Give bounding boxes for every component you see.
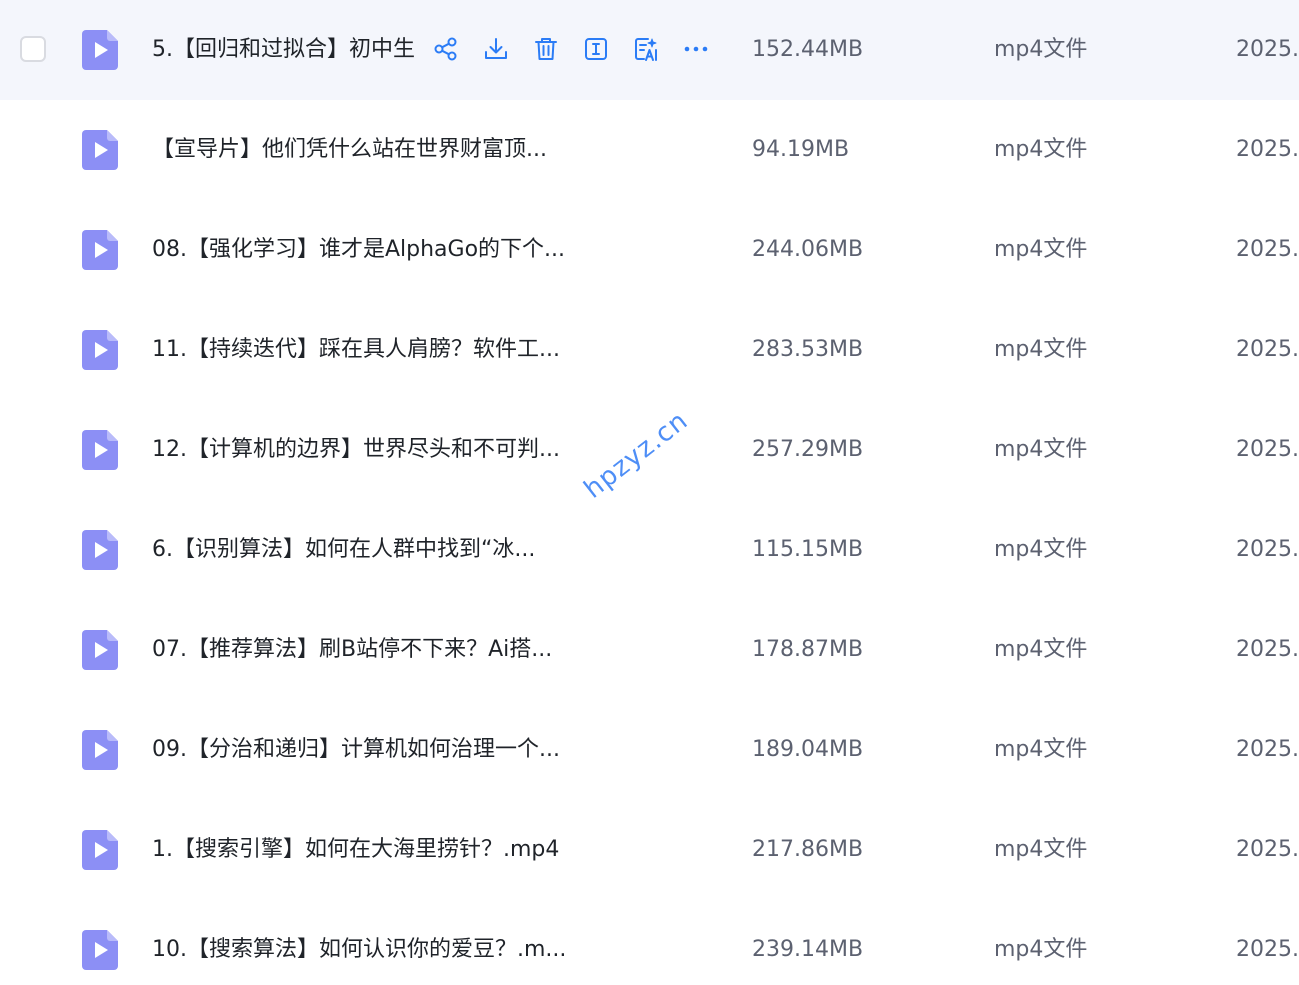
video-file-icon xyxy=(82,230,118,270)
file-row[interactable]: 10.【搜索算法】如何认识你的爱豆？.m... 239.14MB mp4文件 2… xyxy=(0,900,1299,985)
video-file-icon xyxy=(82,530,118,570)
file-row[interactable]: 5.【回归和过拟合】初中生 152.44MB mp4文件 2025. xyxy=(0,0,1299,100)
more-icon[interactable] xyxy=(682,35,710,63)
file-type: mp4文件 xyxy=(994,637,1088,662)
video-file-icon xyxy=(82,30,118,70)
row-action-toolbar xyxy=(432,32,732,66)
file-type: mp4文件 xyxy=(994,537,1088,562)
file-row[interactable]: 08.【强化学习】谁才是AlphaGo的下个... 244.06MB mp4文件… xyxy=(0,200,1299,300)
file-row[interactable]: 1.【搜索引擎】如何在大海里捞针？.mp4 217.86MB mp4文件 202… xyxy=(0,800,1299,900)
file-row[interactable]: 09.【分治和递归】计算机如何治理一个... 189.04MB mp4文件 20… xyxy=(0,700,1299,800)
file-row[interactable]: 11.【持续迭代】踩在具人肩膀？软件工... 283.53MB mp4文件 20… xyxy=(0,300,1299,400)
file-size: 152.44MB xyxy=(752,37,864,62)
file-row[interactable]: 12.【计算机的边界】世界尽头和不可判... 257.29MB mp4文件 20… xyxy=(0,400,1299,500)
file-row[interactable]: 6.【识别算法】如何在人群中找到“冰... 115.15MB mp4文件 202… xyxy=(0,500,1299,600)
video-file-icon xyxy=(82,930,118,970)
file-type: mp4文件 xyxy=(994,937,1088,962)
file-date: 2025. xyxy=(1236,237,1299,262)
file-type: mp4文件 xyxy=(994,237,1088,262)
file-date: 2025. xyxy=(1236,837,1299,862)
file-size: 178.87MB xyxy=(752,637,864,662)
video-file-icon xyxy=(82,330,118,370)
file-row[interactable]: 07.【推荐算法】刷B站停不下来？Ai搭... 178.87MB mp4文件 2… xyxy=(0,600,1299,700)
file-name[interactable]: 6.【识别算法】如何在人群中找到“冰... xyxy=(152,534,535,566)
file-size: 115.15MB xyxy=(752,537,864,562)
file-list: 5.【回归和过拟合】初中生 152.44MB mp4文件 2025. 【宣导片】… xyxy=(0,0,1299,985)
file-size: 244.06MB xyxy=(752,237,864,262)
file-size: 283.53MB xyxy=(752,337,864,362)
file-type: mp4文件 xyxy=(994,837,1088,862)
file-size: 189.04MB xyxy=(752,737,864,762)
file-name[interactable]: 1.【搜索引擎】如何在大海里捞针？.mp4 xyxy=(152,834,559,866)
file-type: mp4文件 xyxy=(994,137,1088,162)
file-name[interactable]: 10.【搜索算法】如何认识你的爱豆？.m... xyxy=(152,934,566,966)
file-name[interactable]: 11.【持续迭代】踩在具人肩膀？软件工... xyxy=(152,334,560,366)
file-type: mp4文件 xyxy=(994,337,1088,362)
file-name[interactable]: 5.【回归和过拟合】初中生 xyxy=(152,34,415,66)
video-file-icon xyxy=(82,830,118,870)
download-icon[interactable] xyxy=(482,35,510,63)
delete-icon[interactable] xyxy=(532,35,560,63)
file-date: 2025. xyxy=(1236,337,1299,362)
share-icon[interactable] xyxy=(432,35,460,63)
file-size: 257.29MB xyxy=(752,437,864,462)
file-date: 2025. xyxy=(1236,937,1299,962)
file-type: mp4文件 xyxy=(994,37,1088,62)
file-type: mp4文件 xyxy=(994,437,1088,462)
file-size: 217.86MB xyxy=(752,837,864,862)
row-checkbox[interactable] xyxy=(20,36,46,62)
file-size: 239.14MB xyxy=(752,937,864,962)
file-name[interactable]: 08.【强化学习】谁才是AlphaGo的下个... xyxy=(152,234,565,266)
file-date: 2025. xyxy=(1236,437,1299,462)
video-file-icon xyxy=(82,430,118,470)
file-row[interactable]: 【宣导片】他们凭什么站在世界财富顶... 94.19MB mp4文件 2025. xyxy=(0,100,1299,200)
file-date: 2025. xyxy=(1236,37,1299,62)
file-name[interactable]: 09.【分治和递归】计算机如何治理一个... xyxy=(152,734,560,766)
video-file-icon xyxy=(82,730,118,770)
rename-icon[interactable] xyxy=(582,35,610,63)
video-file-icon xyxy=(82,130,118,170)
file-date: 2025. xyxy=(1236,737,1299,762)
file-date: 2025. xyxy=(1236,537,1299,562)
file-date: 2025. xyxy=(1236,137,1299,162)
file-date: 2025. xyxy=(1236,637,1299,662)
file-name[interactable]: 【宣导片】他们凭什么站在世界财富顶... xyxy=(152,134,547,166)
ai-summary-icon[interactable] xyxy=(632,35,660,63)
video-file-icon xyxy=(82,630,118,670)
file-name[interactable]: 12.【计算机的边界】世界尽头和不可判... xyxy=(152,434,560,466)
file-name[interactable]: 07.【推荐算法】刷B站停不下来？Ai搭... xyxy=(152,634,552,666)
file-type: mp4文件 xyxy=(994,737,1088,762)
file-size: 94.19MB xyxy=(752,137,850,162)
